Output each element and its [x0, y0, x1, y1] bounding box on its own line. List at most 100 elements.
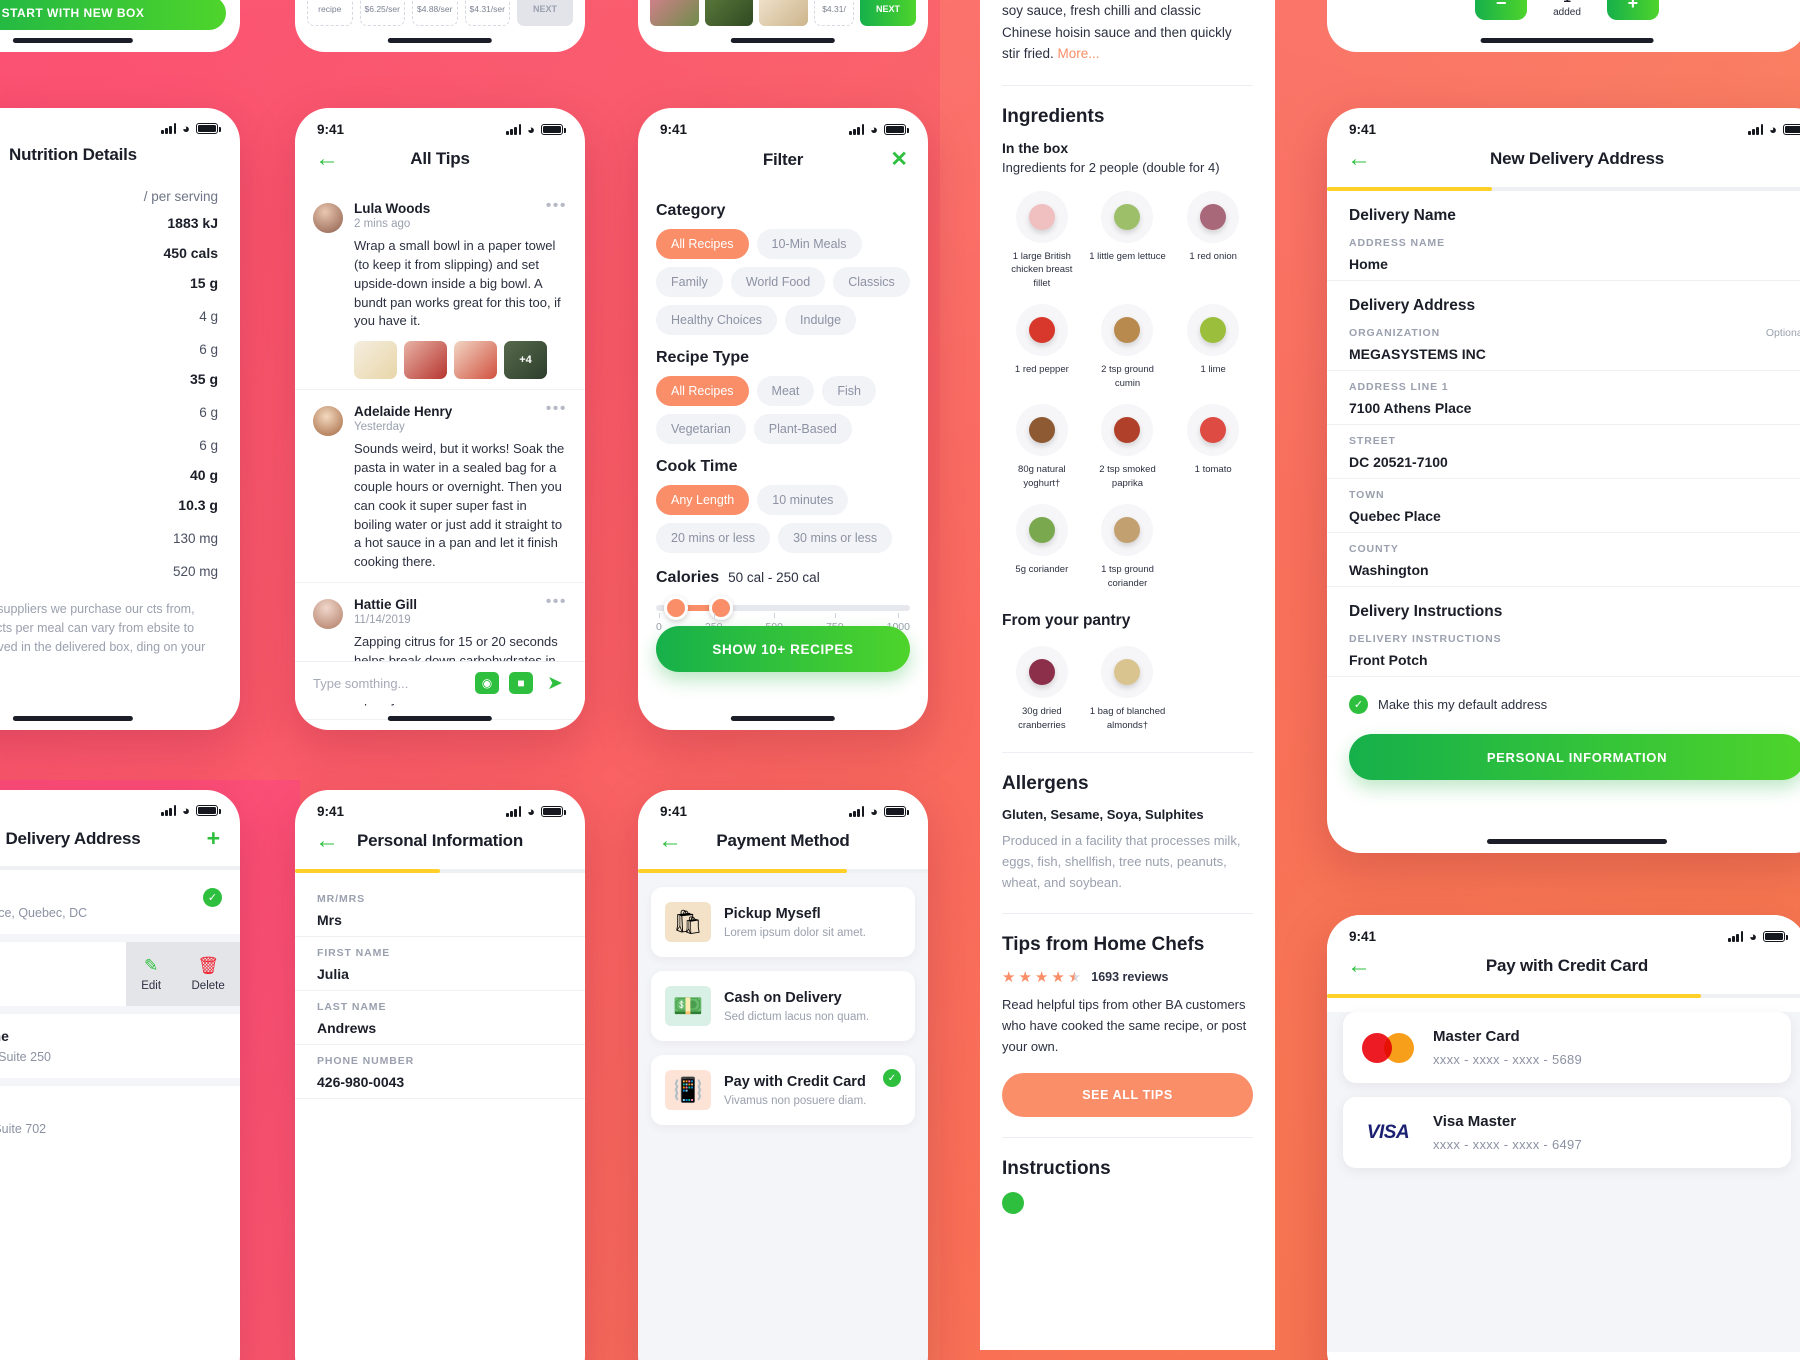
- filter-section-title: Recipe Type: [656, 349, 750, 366]
- credit-card-item[interactable]: VISA Visa Master xxxx - xxxx - xxxx - 6497: [1343, 1097, 1791, 1168]
- price-box[interactable]: recipe: [307, 0, 353, 26]
- price-box[interactable]: $6.25/ser: [359, 0, 405, 26]
- address-card[interactable]: rent Home Brown Run Suite 702: [0, 1086, 240, 1150]
- tip-overflow-menu-icon[interactable]: •••: [546, 198, 567, 214]
- filter-chip-group: All Recipes Meat Fish Vegetarian Plant-Based: [638, 376, 928, 444]
- increment-button[interactable]: +: [1606, 0, 1659, 20]
- filter-chip[interactable]: Plant-Based: [753, 414, 852, 444]
- back-arrow-icon[interactable]: ←: [1347, 954, 1377, 978]
- address-card[interactable]: mmer Home Russel Mills Suite 250: [0, 1014, 240, 1078]
- image-icon[interactable]: ■: [509, 672, 533, 694]
- filter-chip[interactable]: Classics: [833, 267, 910, 297]
- back-arrow-icon[interactable]: ←: [658, 829, 688, 853]
- price-box[interactable]: $4.31/ser: [464, 0, 510, 26]
- next-button[interactable]: NEXT: [517, 0, 573, 26]
- form-field[interactable]: TOWN Quebec Place: [1327, 479, 1800, 533]
- see-all-tips-button[interactable]: SEE ALL TIPS: [1002, 1073, 1253, 1118]
- default-address-checkbox-row[interactable]: ✓ Make this my default address: [1327, 677, 1800, 714]
- payment-option[interactable]: 📳 Pay with Credit Card Vivamus non posuere…: [651, 1055, 915, 1125]
- slider-knob-min[interactable]: [663, 596, 688, 620]
- form-field[interactable]: ORGANIZATION MEGASYSTEMS INC Optional: [1327, 317, 1800, 371]
- calories-slider[interactable]: [656, 596, 910, 620]
- meal-thumbnail[interactable]: [759, 0, 809, 26]
- address-card[interactable]: ne Suite 546✎Edit🗑Delete: [0, 942, 240, 1006]
- back-arrow-icon[interactable]: ←: [315, 147, 345, 171]
- status-bar: 9:41 ◕: [1327, 108, 1800, 141]
- form-field[interactable]: ADDRESS NAME Home: [1327, 227, 1800, 281]
- credit-card-item[interactable]: Master Card xxxx - xxxx - xxxx - 5689: [1343, 1012, 1791, 1083]
- filter-chip[interactable]: Any Length: [656, 485, 750, 515]
- tip-thumbnail[interactable]: [354, 341, 397, 380]
- filter-chip[interactable]: All Recipes: [656, 229, 749, 259]
- battery-icon: [884, 124, 909, 135]
- filter-chip[interactable]: World Food: [730, 267, 826, 297]
- divider: [1002, 1137, 1253, 1139]
- send-icon[interactable]: ➤: [543, 672, 567, 694]
- back-arrow-icon[interactable]: ←: [315, 829, 345, 853]
- tip-thumbnail[interactable]: +4: [504, 341, 547, 380]
- form-field[interactable]: COUNTY Washington: [1327, 533, 1800, 587]
- personal-information-button[interactable]: PERSONAL INFORMATION: [1349, 734, 1800, 780]
- field-label: ORGANIZATION: [1349, 327, 1441, 339]
- grocery-bag-icon: 🛍: [665, 902, 711, 942]
- filter-chip[interactable]: 10 minutes: [757, 485, 849, 515]
- nutrition-row: ries450 cals: [0, 238, 240, 268]
- edit-action[interactable]: ✎ Edit: [141, 956, 161, 992]
- filter-chip[interactable]: Family: [656, 267, 723, 297]
- form-field[interactable]: DELIVERY INSTRUCTIONS Front Potch: [1327, 623, 1800, 677]
- back-arrow-icon[interactable]: ←: [1347, 147, 1377, 171]
- ingredient-item: 30g dried cranberries: [1002, 646, 1082, 732]
- tip-thumbnail[interactable]: [454, 341, 497, 380]
- price-box[interactable]: $4.88/ser: [412, 0, 458, 26]
- filter-chip[interactable]: Meat: [756, 376, 815, 406]
- form-field[interactable]: MR/MRS Mrs: [295, 883, 585, 937]
- filter-chip[interactable]: Fish: [822, 376, 876, 406]
- nav-bar: Filter ✕: [638, 141, 928, 188]
- show-recipes-button[interactable]: SHOW 10+ RECIPES: [656, 626, 910, 672]
- payment-options: 🛍 Pickup Mysefl Lorem ipsum dolor sit amet…: [638, 887, 928, 1125]
- payment-option[interactable]: 🛍 Pickup Mysefl Lorem ipsum dolor sit amet…: [651, 887, 915, 957]
- form-field[interactable]: STREET DC 20521-7100: [1327, 425, 1800, 479]
- delete-action[interactable]: 🗑 Delete: [192, 956, 225, 992]
- form-field[interactable]: LAST NAME Andrews: [295, 991, 585, 1045]
- address-card[interactable]: me 0 Athens Place, Quebec, DC ✓: [0, 870, 240, 934]
- pantry-heading: From your pantry: [1002, 612, 1131, 630]
- filter-chip[interactable]: Indulge: [785, 305, 857, 335]
- tip-thumbnail[interactable]: [404, 341, 447, 380]
- more-link[interactable]: More...: [1058, 46, 1100, 61]
- credit-card-brand: Visa Master: [1433, 1113, 1517, 1130]
- home-indicator: [730, 38, 836, 43]
- filter-chip[interactable]: 10-Min Meals: [756, 229, 862, 259]
- next-button[interactable]: NEXT: [860, 0, 917, 26]
- tip-body: Adelaide Henry Yesterday ••• Sounds weird, …: [354, 401, 567, 572]
- filter-chip[interactable]: Vegetarian: [656, 414, 746, 444]
- form-field[interactable]: ADDRESS LINE 1 7100 Athens Place: [1327, 371, 1800, 425]
- tip-input[interactable]: Type somthing...: [313, 676, 465, 691]
- page-title: Payment Method: [716, 831, 850, 850]
- meal-thumbnail[interactable]: [704, 0, 754, 26]
- camera-icon[interactable]: ◉: [475, 672, 499, 694]
- cellular-signal-icon: [506, 124, 522, 135]
- status-time: 9:41: [660, 122, 688, 137]
- tip-overflow-menu-icon[interactable]: •••: [546, 594, 567, 610]
- nutrition-value: 6 g: [199, 438, 218, 453]
- tips-text: Read helpful tips from other BA customer…: [1002, 997, 1247, 1055]
- add-address-button[interactable]: +: [190, 827, 220, 850]
- decrement-button[interactable]: −: [1475, 0, 1528, 20]
- form-field[interactable]: PHONE NUMBER 426-980-0043: [295, 1045, 585, 1099]
- ingredient-image: [1187, 404, 1240, 457]
- start-with-new-box-button[interactable]: START WITH NEW BOX: [0, 0, 226, 30]
- ingredient-label: 1 red pepper: [1014, 364, 1069, 376]
- price-box[interactable]: $4.31/: [814, 0, 855, 26]
- screen-all-tips: 9:41 ◕ ← All Tips Lula Woods 2 mins ago ••…: [295, 108, 585, 730]
- payment-option[interactable]: 💵 Cash on Delivery Sed dictum lacus non qu…: [651, 971, 915, 1041]
- ingredient-dot: [1028, 417, 1055, 444]
- filter-chip[interactable]: Healthy Choices: [656, 305, 778, 335]
- filter-chip[interactable]: 30 mins or less: [778, 523, 893, 553]
- tip-overflow-menu-icon[interactable]: •••: [546, 401, 567, 417]
- filter-chip[interactable]: 20 mins or less: [656, 523, 771, 553]
- form-field[interactable]: FIRST NAME Julia: [295, 937, 585, 991]
- filter-chip[interactable]: All Recipes: [656, 376, 749, 406]
- meal-thumbnail[interactable]: [650, 0, 699, 26]
- close-icon[interactable]: ✕: [878, 147, 908, 172]
